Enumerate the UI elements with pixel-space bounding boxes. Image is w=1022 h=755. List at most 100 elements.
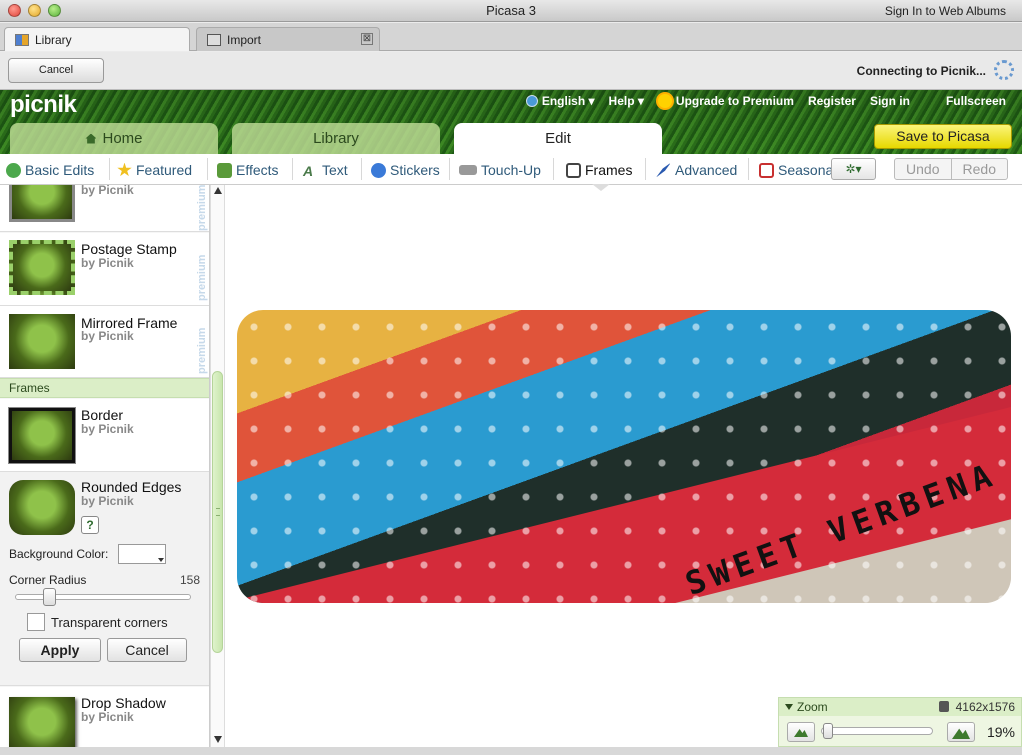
tool-label: Advanced [675,162,738,178]
tool-effects[interactable]: Effects [217,160,279,180]
picnik-header: picnik English ▾ Help ▾ Upgrade to Premi… [0,90,1022,154]
frame-author: by Picnik [81,494,134,508]
tool-touch-up[interactable]: Touch-Up [459,160,541,180]
help-icon[interactable]: ? [81,516,99,534]
corner-radius-slider-track[interactable] [15,594,191,600]
frame-item-postage-stamp[interactable]: Postage Stamp by Picnik premium [0,233,209,306]
divider [449,158,450,180]
frame-author: by Picnik [81,329,134,343]
tool-label: Featured [136,162,193,178]
import-icon [207,33,221,46]
language-label: English ▾ [541,94,595,108]
window-title: Picasa 3 [486,3,536,18]
premium-badge: premium [196,185,208,231]
tool-label: Seasonal [778,162,831,178]
zoom-out-button[interactable] [787,722,815,742]
tool-frames[interactable]: Frames [566,160,632,180]
scrollbar-thumb[interactable] [212,371,223,653]
frame-author: by Picnik [81,256,134,270]
frame-item-drop-shadow[interactable]: Drop Shadow by Picnik [0,687,209,747]
frame-author: by Picnik [81,710,134,724]
frame-item-mirrored[interactable]: Mirrored Frame by Picnik premium [0,306,209,378]
loading-spinner-icon [994,60,1014,80]
zoom-slider-track[interactable] [821,727,933,735]
edited-photo[interactable]: SWEET VERBENA [237,310,1011,603]
bottom-strip [0,747,1022,755]
nav-tab-home[interactable]: Home [10,123,218,154]
frame-title: Postage Stamp [81,241,177,257]
frame-item-border[interactable]: Border by Picnik [0,399,209,472]
tool-seasonal[interactable]: Seasonal [759,160,831,180]
sign-in-link[interactable]: Sign in [870,94,910,108]
picasa-toolbar: Cancel Connecting to Picnik... [0,52,1022,90]
sign-in-web-albums-link[interactable]: Sign In to Web Albums [885,4,1006,18]
corner-radius-slider-thumb[interactable] [43,588,56,606]
background-color-label: Background Color: [9,547,109,561]
frame-thumbnail [9,480,75,535]
effects-icon [217,162,232,178]
upgrade-link[interactable]: Upgrade to Premium [657,94,794,108]
frame-thumbnail [9,697,75,747]
zoom-header[interactable]: Zoom 4162x1576 [779,698,1021,716]
frame-title: Rounded Edges [81,479,182,495]
basic-edits-icon [6,162,21,178]
register-link[interactable]: Register [808,94,856,108]
home-icon [85,133,97,144]
tool-stickers[interactable]: Stickers [371,160,440,180]
library-grid-icon [15,33,29,46]
nav-tab-library[interactable]: Library [232,123,440,154]
rounded-edges-panel: Rounded Edges by Picnik ? Background Col… [0,472,209,686]
zoom-panel: Zoom 4162x1576 19% [778,697,1022,747]
tab-library-label: Library [35,32,72,47]
image-dimensions: 4162x1576 [955,700,1015,714]
tab-library[interactable]: Library [4,27,190,51]
mountain-large-icon [952,728,970,739]
language-menu[interactable]: English ▾ [525,94,595,108]
tab-import-label: Import [227,32,262,47]
frame-thumbnail [8,407,76,464]
star-icon [117,162,132,177]
scroll-up-icon[interactable] [214,187,222,194]
transparent-corners-label: Transparent corners [51,615,168,630]
premium-badge: premium [196,327,208,374]
cancel-button[interactable]: Cancel [8,58,104,83]
apply-button[interactable]: Apply [19,638,101,662]
frame-thumbnail [9,185,75,222]
fullscreen-link[interactable]: Fullscreen [946,94,1006,108]
zoom-in-button[interactable] [947,722,975,742]
tool-advanced[interactable]: Advanced [656,160,737,180]
background-color-picker[interactable] [118,544,166,564]
settings-gear-button[interactable]: ✲▾ [831,158,876,180]
undo-redo-group: Undo Redo [894,158,1008,180]
save-to-picasa-button[interactable]: Save to Picasa [874,124,1012,149]
frame-thumbnail [9,314,75,369]
tool-basic-edits[interactable]: Basic Edits [6,160,94,180]
zoom-slider-thumb[interactable] [823,723,833,739]
cancel-frame-button[interactable]: Cancel [107,638,187,662]
divider [553,158,554,180]
collapse-icon [785,704,793,710]
sidebar-scrollbar[interactable] [210,185,225,747]
picasa-tab-row: Library Import ⊠ [0,23,1022,51]
nav-tab-edit[interactable]: Edit [454,123,662,154]
corner-radius-value: 158 [179,573,200,587]
redo-button[interactable]: Redo [952,159,1008,179]
advanced-icon [656,162,671,178]
tool-text[interactable]: A Text [303,160,348,180]
divider [645,158,646,180]
close-tab-icon[interactable]: ⊠ [361,33,373,45]
tool-label: Effects [236,162,279,178]
tab-import[interactable]: Import ⊠ [196,27,380,51]
help-menu[interactable]: Help ▾ [609,94,644,108]
transparent-corners-checkbox[interactable] [27,613,45,631]
scroll-down-icon[interactable] [214,736,222,743]
undo-button[interactable]: Undo [895,159,952,179]
frame-item-partial[interactable]: by Picnik premium [0,185,209,232]
stickers-icon [371,162,386,178]
calendar-icon [759,162,774,178]
divider [109,158,110,180]
frame-title: Border [81,407,124,423]
photo-pattern [237,310,1011,603]
tool-label: Touch-Up [481,162,541,178]
tool-featured[interactable]: Featured [117,160,192,180]
